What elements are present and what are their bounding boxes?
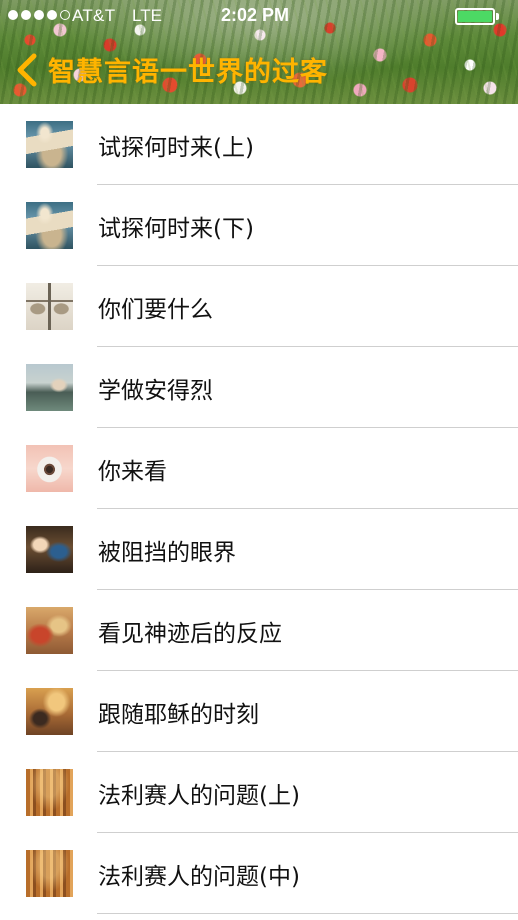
list-item-title: 试探何时来(下): [98, 216, 254, 242]
list-item-title: 跟随耶稣的时刻: [98, 702, 259, 728]
battery-level-fill: [458, 11, 492, 22]
list-item-title: 你来看: [98, 459, 167, 485]
list-item-title: 被阻挡的眼界: [98, 540, 236, 566]
battery-icon: [455, 8, 495, 25]
battery-tip: [496, 13, 499, 20]
list-item-title: 学做安得烈: [98, 378, 213, 404]
screen: AT&T LTE 2:02 PM 智慧言语一世界的过客 试探何时来(上) 试探何…: [0, 0, 518, 920]
signal-strength-icon: [8, 10, 70, 20]
chevron-left-icon: [17, 53, 37, 87]
carrier-name: AT&T: [72, 6, 116, 25]
list-item[interactable]: 学做安得烈: [0, 347, 518, 428]
list-item[interactable]: 试探何时来(上): [0, 104, 518, 185]
status-bar: AT&T LTE 2:02 PM: [0, 0, 518, 34]
network-type: LTE: [132, 6, 162, 25]
list-item-title: 法利赛人的问题(中): [98, 864, 300, 890]
list-item[interactable]: 跟随耶稣的时刻: [0, 671, 518, 752]
sermon-list: 试探何时来(上) 试探何时来(下) 你们要什么 学做安得烈 你来看 被阻挡的眼界: [0, 104, 518, 920]
list-item-title: 你们要什么: [98, 297, 213, 323]
thumbnail-image: [26, 121, 73, 168]
thumbnail-image: [26, 283, 73, 330]
header-banner: AT&T LTE 2:02 PM 智慧言语一世界的过客: [0, 0, 518, 104]
list-item[interactable]: 被阻挡的眼界: [0, 509, 518, 590]
thumbnail-image: [26, 769, 73, 816]
list-item[interactable]: 看见神迹后的反应: [0, 590, 518, 671]
list-item[interactable]: 法利赛人的问题(中): [0, 833, 518, 914]
divider: [97, 913, 518, 914]
thumbnail-image: [26, 850, 73, 897]
thumbnail-image: [26, 688, 73, 735]
page-title: 智慧言语一世界的过客: [48, 57, 328, 88]
list-item[interactable]: 试探何时来(下): [0, 185, 518, 266]
back-button[interactable]: [12, 50, 48, 90]
navigation-bar: 智慧言语一世界的过客: [0, 44, 518, 96]
list-item-title: 法利赛人的问题(上): [98, 783, 300, 809]
list-item-title: 试探何时来(上): [98, 135, 254, 161]
list-item[interactable]: 你们要什么: [0, 266, 518, 347]
thumbnail-image: [26, 364, 73, 411]
thumbnail-image: [26, 445, 73, 492]
thumbnail-image: [26, 526, 73, 573]
list-item[interactable]: 你来看: [0, 428, 518, 509]
list-item[interactable]: 法利赛人的问题(上): [0, 752, 518, 833]
status-time: 2:02 PM: [221, 5, 290, 25]
thumbnail-image: [26, 607, 73, 654]
thumbnail-image: [26, 202, 73, 249]
list-item-title: 看见神迹后的反应: [98, 621, 282, 647]
